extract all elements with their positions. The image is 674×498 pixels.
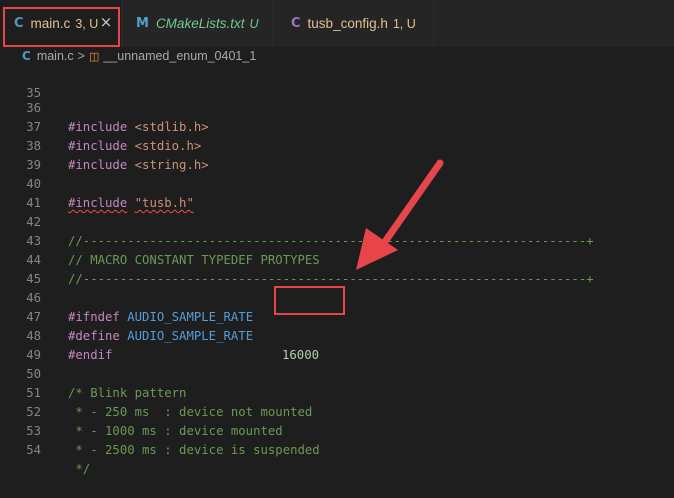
- code-line: 54 */: [0, 422, 674, 476]
- tab-label: CMakeLists.txt: [155, 16, 245, 31]
- code-line: 53 * - 2500 ms : device is suspended: [0, 403, 674, 457]
- code-line: 39: [0, 137, 674, 172]
- tab-tusb-config[interactable]: C tusb_config.h 1, U: [273, 0, 433, 47]
- code-editor[interactable]: 35 36 #include <stdlib.h> 37 #include <s…: [0, 65, 674, 476]
- breadcrumb-symbol[interactable]: __unnamed_enum_0401_1: [103, 49, 256, 63]
- code-line: 41: [0, 175, 674, 210]
- code-line: 50 /* Blink pattern: [0, 346, 674, 400]
- code-line: 36 #include <stdlib.h>: [0, 80, 674, 134]
- m-file-icon: M: [136, 16, 149, 31]
- tab-cmakelists[interactable]: M CMakeLists.txt U: [122, 0, 272, 47]
- tab-status: U: [249, 16, 259, 31]
- c-file-icon: C: [291, 16, 301, 31]
- value-highlight-box: [274, 286, 345, 315]
- code-line: 37 #include <stdio.h>: [0, 99, 674, 153]
- breadcrumb: C main.c > ◫ __unnamed_enum_0401_1: [0, 47, 674, 65]
- code-line: 49: [0, 327, 674, 362]
- tab-status: 1, U: [392, 16, 416, 31]
- code-line: 44 //-----------------------------------…: [0, 232, 674, 286]
- line-number: 54: [26, 443, 41, 457]
- c-file-icon: C: [22, 49, 31, 63]
- code-line: 42 //-----------------------------------…: [0, 194, 674, 248]
- tab-label: tusb_config.h: [307, 16, 388, 31]
- tab-highlight-box: [3, 7, 120, 47]
- comment: * - 2500 ms : device is suspended: [68, 443, 320, 457]
- tab-separator: [433, 0, 434, 47]
- code-line: 45: [0, 251, 674, 286]
- code-line: 38 #include <string.h>: [0, 118, 674, 172]
- code-line: 51 * - 250 ms : device not mounted: [0, 365, 674, 419]
- enum-symbol-icon: ◫: [88, 50, 100, 63]
- code-line: 43 // MACRO CONSTANT TYPEDEF PROTYPES: [0, 213, 674, 267]
- comment: */: [68, 462, 91, 476]
- code-line: 52 * - 1000 ms : device mounted: [0, 384, 674, 438]
- breadcrumb-file[interactable]: main.c: [37, 49, 74, 63]
- chevron-right-icon: >: [77, 49, 85, 63]
- code-line: 40 #include "tusb.h": [0, 156, 674, 210]
